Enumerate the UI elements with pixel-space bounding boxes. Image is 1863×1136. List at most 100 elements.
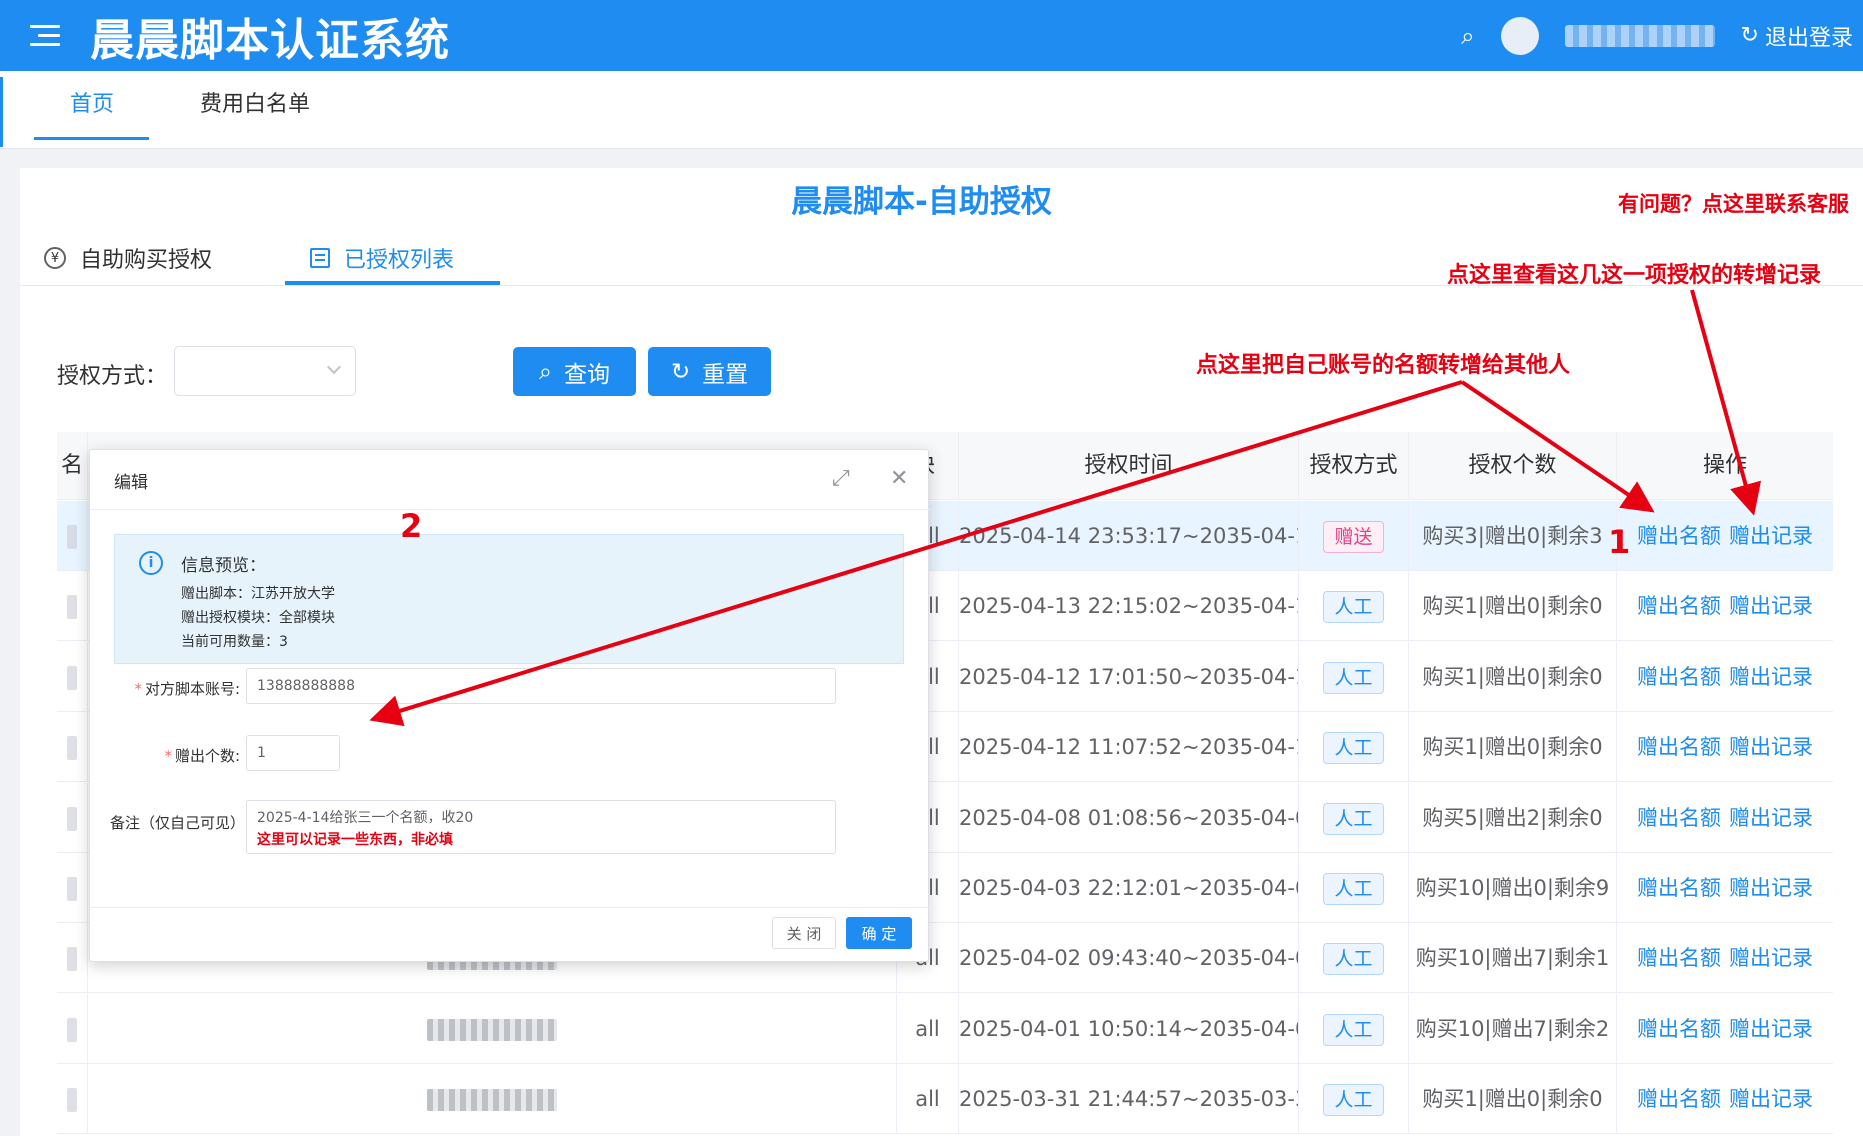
tab-fee-whitelist[interactable]: 费用白名单 [200, 71, 310, 139]
tab-self-purchase[interactable]: ¥ 自助购买授权 [44, 234, 212, 282]
type-tag: 人工 [1323, 943, 1384, 976]
logout-button[interactable]: ↻ 退出登录 [1741, 20, 1853, 52]
info-available: 当前可用数量：3 [181, 634, 288, 650]
transfer-records-link[interactable]: 赠出记录 [1729, 665, 1813, 689]
query-label: 查询 [563, 361, 610, 388]
transfer-quota-link[interactable]: 赠出名额 [1637, 735, 1721, 759]
cell-count: 购买1|赠出0|剩余0 [1409, 712, 1617, 783]
tab-home[interactable]: 首页 [70, 71, 114, 139]
type-tag: 人工 [1323, 1084, 1384, 1117]
search-icon: ⌕ [539, 358, 552, 385]
query-button[interactable]: ⌕ 查询 [513, 347, 636, 396]
cell-count: 购买1|赠出0|剩余0 [1409, 641, 1617, 712]
dialog-footer-divider [90, 907, 930, 908]
transfer-records-link[interactable]: 赠出记录 [1729, 524, 1813, 548]
close-icon[interactable]: ✕ [890, 466, 908, 491]
th-name: 名 [57, 432, 88, 500]
cell-time: 2025-03-31 21:44:57~2035-03-31 [959, 1064, 1299, 1135]
transfer-records-link[interactable]: 赠出记录 [1729, 1017, 1813, 1041]
transfer-quota-link[interactable]: 赠出名额 [1637, 1017, 1721, 1041]
th-count: 授权个数 [1409, 432, 1617, 500]
refresh-icon: ↻ [670, 358, 691, 385]
fullscreen-icon[interactable]: ⤢ [832, 466, 850, 491]
transfer-records-link[interactable]: 赠出记录 [1729, 876, 1813, 900]
remark-textarea[interactable]: 2025-4-14给张三一个名额，收20 这里可以记录一些东西，非必填 [246, 800, 836, 854]
th-type: 授权方式 [1299, 432, 1409, 500]
cell-count: 购买10|赠出7|剩余2 [1409, 993, 1617, 1064]
transfer-records-link[interactable]: 赠出记录 [1729, 806, 1813, 830]
close-button[interactable]: 关 闭 [772, 917, 836, 949]
cell-type: 人工 [1299, 923, 1409, 994]
menu-toggle-icon[interactable] [30, 23, 64, 49]
info-script: 赠出脚本：江苏开放大学 [181, 586, 335, 602]
cell-actions: 赠出名额 赠出记录 [1617, 923, 1833, 993]
cell-actions: 赠出名额 赠出记录 [1617, 642, 1833, 712]
cell-name-blurred [57, 782, 88, 853]
cell-actions: 赠出名额 赠出记录 [1617, 712, 1833, 782]
account-input[interactable]: 13888888888 [246, 668, 836, 704]
auth-type-select[interactable] [174, 346, 356, 396]
count-label: * 赠出个数: [164, 747, 240, 765]
cell-type: 人工 [1299, 993, 1409, 1064]
info-title: 信息预览： [181, 556, 266, 576]
cell-count: 购买1|赠出0|剩余0 [1409, 571, 1617, 642]
confirm-button[interactable]: 确 定 [846, 917, 912, 949]
cell-count: 购买10|赠出0|剩余9 [1409, 853, 1617, 923]
transfer-quota-link[interactable]: 赠出名额 [1637, 1087, 1721, 1111]
avatar[interactable] [1500, 16, 1539, 55]
cell-name-blurred [57, 993, 88, 1064]
transfer-records-link[interactable]: 赠出记录 [1729, 735, 1813, 759]
th-actions: 操作 [1702, 453, 1747, 478]
app-title: 晨晨脚本认证系统 [90, 14, 450, 66]
info-module: 赠出授权模块：全部模块 [181, 610, 335, 626]
cell-name-blurred [57, 641, 88, 712]
cell-name-blurred [57, 571, 88, 642]
info-preview: i 信息预览： 赠出脚本：江苏开放大学 赠出授权模块：全部模块 当前可用数量：3 [114, 534, 904, 664]
annotation-number-2: 2 [400, 507, 423, 545]
transfer-quota-link[interactable]: 赠出名额 [1637, 876, 1721, 900]
cell-actions: 赠出名额 赠出记录 [1617, 853, 1833, 923]
cell-count: 购买5|赠出2|剩余0 [1409, 782, 1617, 853]
transfer-records-link[interactable]: 赠出记录 [1729, 946, 1813, 970]
cell-time: 2025-04-08 01:08:56~2035-04-08 [959, 782, 1299, 853]
transfer-quota-link[interactable]: 赠出名额 [1637, 806, 1721, 830]
cell-count: 购买10|赠出7|剩余1 [1409, 923, 1617, 994]
remark-text: 2025-4-14给张三一个名额，收20 [257, 810, 474, 826]
logout-label: 退出登录 [1764, 25, 1853, 51]
dialog-title: 编辑 [114, 473, 148, 493]
tab-authorized-list[interactable]: 已授权列表 [310, 234, 454, 282]
logout-icon: ↻ [1740, 23, 1759, 48]
search-icon[interactable]: ⌕ [1461, 22, 1474, 50]
contact-support-link[interactable]: 有问题？点这里联系客服 [1618, 188, 1849, 218]
cell-count: 购买1|赠出0|剩余0 [1409, 1064, 1617, 1135]
cell-type: 人工 [1299, 571, 1409, 642]
annotation-number-1: 1 [1608, 523, 1631, 561]
edit-dialog: 编辑 ⤢ ✕ i 信息预览： 赠出脚本：江苏开放大学 赠出授权模块：全部模块 当… [89, 449, 930, 962]
cell-time: 2025-04-01 10:50:14~2035-04-01 [959, 993, 1299, 1064]
table-row: all 2025-03-31 21:44:57~2035-03-31 人工 购买1|赠… [57, 1064, 1833, 1135]
tab-label: 已授权列表 [344, 248, 455, 273]
transfer-quota-link[interactable]: 赠出名额 [1637, 594, 1721, 618]
reset-button[interactable]: ↻ 重置 [648, 347, 771, 396]
annotation-records: 点这里查看这几这一项授权的转增记录 [1447, 263, 1822, 288]
account-label: * 对方脚本账号: [134, 680, 240, 698]
page-tabs: 首页 费用白名单 [0, 71, 1863, 149]
type-tag: 人工 [1323, 732, 1384, 765]
annotation-transfer: 点这里把自己账号的名额转增给其他人 [1196, 353, 1571, 378]
top-header: 晨晨脚本认证系统 ⌕ ↻ 退出登录 [0, 0, 1863, 71]
list-icon [310, 248, 330, 268]
cell-type: 人工 [1299, 641, 1409, 712]
active-indicator [0, 77, 3, 147]
reset-label: 重置 [702, 361, 749, 388]
transfer-quota-link[interactable]: 赠出名额 [1637, 524, 1721, 548]
count-input[interactable]: 1 [246, 735, 340, 771]
cell-name-blurred [57, 1064, 88, 1135]
user-name-blurred[interactable] [1564, 24, 1715, 47]
th-time: 授权时间 [959, 432, 1299, 500]
transfer-records-link[interactable]: 赠出记录 [1729, 594, 1813, 618]
type-tag: 人工 [1323, 802, 1384, 835]
transfer-quota-link[interactable]: 赠出名额 [1637, 665, 1721, 689]
transfer-quota-link[interactable]: 赠出名额 [1637, 946, 1721, 970]
cell-time: 2025-04-13 22:15:02~2035-04-13 [959, 571, 1299, 642]
transfer-records-link[interactable]: 赠出记录 [1729, 1087, 1813, 1111]
